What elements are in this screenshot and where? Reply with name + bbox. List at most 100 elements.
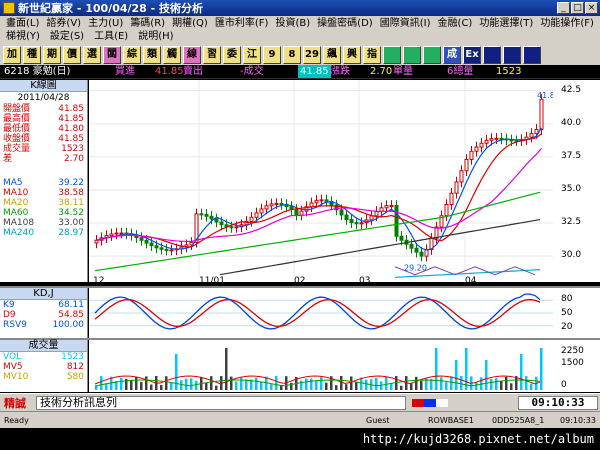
status-host: ROWBASE1 xyxy=(428,416,474,425)
volume-bar xyxy=(185,378,188,390)
menu2-item-2[interactable]: 工具(E) xyxy=(92,30,130,43)
close-button[interactable]: × xyxy=(585,2,598,14)
candle-body xyxy=(149,242,154,247)
volume-tick-label: 0 xyxy=(561,380,567,390)
menu-item-5[interactable]: 匯市利率(F) xyxy=(213,17,271,30)
toolbar-button-23[interactable]: Ex xyxy=(463,45,481,64)
toolbar-button-16[interactable]: 飆 xyxy=(323,45,341,64)
volume-bar xyxy=(300,380,303,390)
toolbar-button-11[interactable]: 委 xyxy=(223,45,241,64)
volume-bar xyxy=(310,378,313,390)
volume-bar xyxy=(375,377,378,390)
volume-bar xyxy=(280,385,283,390)
volume-bar xyxy=(345,384,348,390)
row-label: 成交量 xyxy=(3,144,31,154)
toolbar-button-22[interactable]: 成 xyxy=(443,45,461,64)
series-row: D9 54.85 xyxy=(0,310,87,320)
candle-body xyxy=(374,210,379,217)
toolbar-button-3[interactable]: 價 xyxy=(63,45,81,64)
volume-bar xyxy=(305,378,308,390)
volume-bar xyxy=(415,376,418,390)
menu-item-1[interactable]: 諮券(V) xyxy=(44,17,83,30)
url-footer: http://kujd3268.pixnet.net/album xyxy=(0,428,600,450)
volume-bar xyxy=(385,376,388,390)
toolbar: 加種期價選闆綜類觸線習委江 9 8 29 飆興指 成 Ex xyxy=(0,44,600,65)
app-icon xyxy=(3,2,15,14)
toolbar-button-14[interactable]: 8 xyxy=(283,45,301,64)
volume-bar xyxy=(95,386,98,390)
toolbar-button-24[interactable] xyxy=(483,45,501,64)
status-ready: Ready xyxy=(4,416,29,425)
maximize-button[interactable]: □ xyxy=(571,2,584,14)
toolbar-button-1[interactable]: 種 xyxy=(23,45,41,64)
volume-axis: 2250 1500 0 xyxy=(553,340,600,392)
toolbar-button-6[interactable]: 綜 xyxy=(123,45,141,64)
volume-bar xyxy=(255,377,258,390)
toolbar-button-0[interactable]: 加 xyxy=(3,45,21,64)
toolbar-button-21[interactable] xyxy=(423,45,441,64)
candle-body xyxy=(199,213,204,216)
candle-body xyxy=(384,205,389,209)
candle-body xyxy=(509,139,514,142)
volume-bar xyxy=(150,384,153,390)
series-value: 812 xyxy=(66,362,84,372)
volume-bar xyxy=(465,348,468,390)
candle-body xyxy=(204,213,209,217)
menu-item-8[interactable]: 國際資訊(I) xyxy=(378,17,433,30)
candle-body xyxy=(454,181,459,194)
kline-header[interactable]: K線圖 xyxy=(0,80,87,92)
menu-item-4[interactable]: 期權(Q) xyxy=(170,17,210,30)
volume-bar xyxy=(495,378,498,390)
menu-item-2[interactable]: 主力(U) xyxy=(86,17,125,30)
volume-bar xyxy=(350,376,353,390)
row-label: 最高價 xyxy=(3,114,31,124)
menu-item-9[interactable]: 金融(C) xyxy=(436,17,475,30)
volume-header[interactable]: 成交量 xyxy=(0,340,87,352)
volume-bar xyxy=(165,376,168,390)
toolbar-button-20[interactable] xyxy=(403,45,421,64)
quote-info-bar: 6218 豪勉(日) 買進 41.85 賣出 -成交 41.85 漲跌 2.70… xyxy=(0,65,600,79)
toolbar-button-9[interactable]: 線 xyxy=(183,45,201,64)
menu-item-3[interactable]: 籌碼(R) xyxy=(128,17,167,30)
menu-item-7[interactable]: 操盤密碼(D) xyxy=(315,17,375,30)
menu-item-10[interactable]: 功能選擇(T) xyxy=(477,17,535,30)
volume-bar xyxy=(390,383,393,390)
volume-chart[interactable] xyxy=(89,340,553,392)
toolbar-button-7[interactable]: 類 xyxy=(143,45,161,64)
status-time: 09:10:33 xyxy=(560,416,596,425)
candle-body xyxy=(464,158,469,172)
volume-bar xyxy=(205,383,208,390)
menu2-item-0[interactable]: 梯視(Y) xyxy=(4,30,42,43)
toolbar-button-10[interactable]: 習 xyxy=(203,45,221,64)
menu-item-11[interactable]: 功能操作(F) xyxy=(538,17,596,30)
toolbar-button-15[interactable]: 29 xyxy=(303,45,321,64)
volume-bar xyxy=(520,354,523,390)
row-label: MA20 xyxy=(3,198,29,208)
toolbar-button-18[interactable]: 指 xyxy=(363,45,381,64)
last-value: 41.85 xyxy=(298,65,331,78)
candlestick-chart[interactable]: 41.85 29.20 xyxy=(89,80,560,282)
toolbar-button-13[interactable]: 9 xyxy=(263,45,281,64)
menu2-item-1[interactable]: 設定(S) xyxy=(48,30,86,43)
candle-body xyxy=(234,226,239,229)
kd-header[interactable]: KD,J xyxy=(0,288,87,300)
toolbar-button-12[interactable]: 江 xyxy=(243,45,261,64)
menu-item-6[interactable]: 投資(B) xyxy=(273,17,312,30)
menu-item-0[interactable]: 畫面(L) xyxy=(4,17,41,30)
toolbar-button-25[interactable] xyxy=(503,45,521,64)
kd-chart[interactable] xyxy=(89,288,553,338)
toolbar-button-17[interactable]: 興 xyxy=(343,45,361,64)
toolbar-button-8[interactable]: 觸 xyxy=(163,45,181,64)
toolbar-button-5[interactable]: 闆 xyxy=(103,45,121,64)
candle-body xyxy=(219,221,224,226)
row-value: 41.85 xyxy=(58,134,84,144)
series-name: VOL xyxy=(3,352,22,362)
toolbar-button-4[interactable]: 選 xyxy=(83,45,101,64)
candle-body xyxy=(314,199,319,204)
toolbar-button-19[interactable] xyxy=(383,45,401,64)
toolbar-button-26[interactable] xyxy=(523,45,541,64)
toolbar-button-2[interactable]: 期 xyxy=(43,45,61,64)
menu2-item-3[interactable]: 說明(H) xyxy=(136,30,175,43)
candle-body xyxy=(249,216,254,222)
minimize-button[interactable]: _ xyxy=(557,2,570,14)
